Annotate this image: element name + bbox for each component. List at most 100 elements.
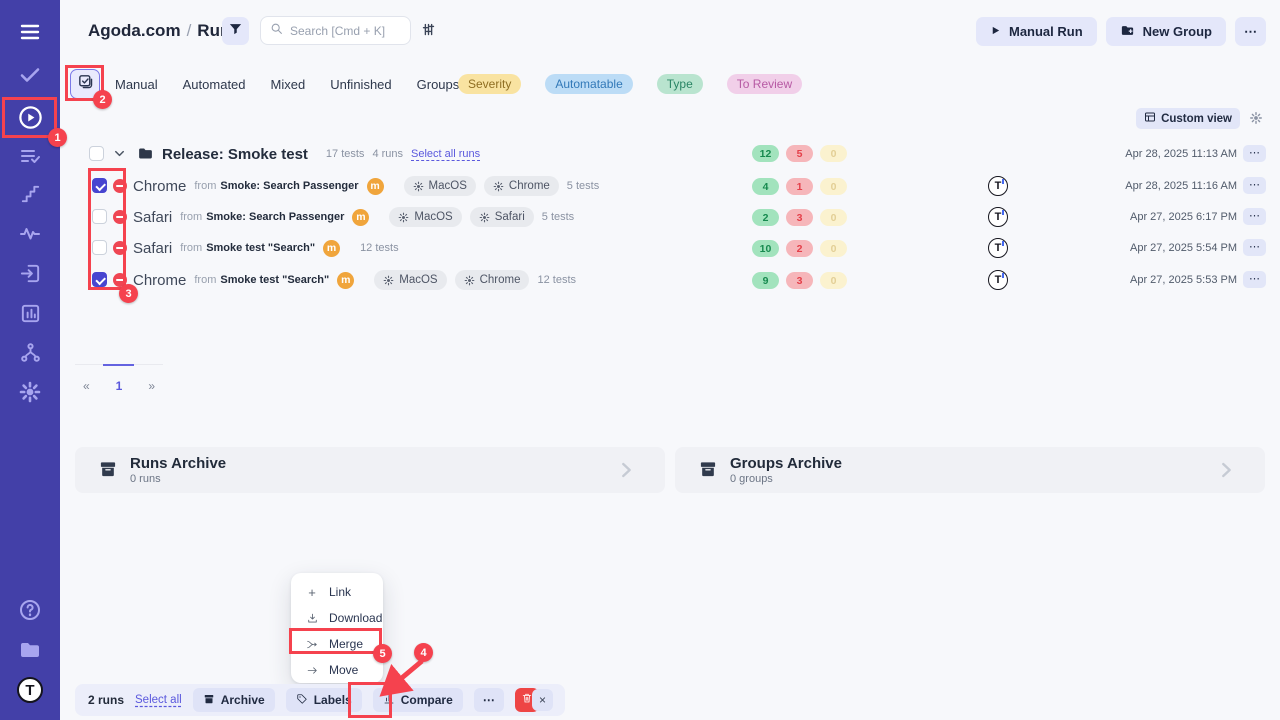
run-more-button[interactable]: ⋯ [1243, 239, 1266, 256]
avatar-letter: T [995, 274, 1002, 286]
breadcrumb-separator: / [181, 21, 198, 40]
page-current[interactable]: 1 [116, 379, 123, 393]
chevron-right-icon [1215, 459, 1237, 486]
run-more-button[interactable]: ⋯ [1243, 271, 1266, 288]
filter-severity[interactable]: Severity [458, 74, 521, 94]
run-more-button[interactable]: ⋯ [1243, 177, 1266, 194]
blocked-count-pill: 0 [820, 240, 847, 257]
page-prev-button[interactable]: « [83, 379, 90, 393]
tab-manual[interactable]: Manual [115, 77, 158, 92]
tune-icon[interactable] [421, 22, 436, 42]
aborted-status-icon [113, 179, 127, 193]
filter-to-review[interactable]: To Review [727, 74, 802, 94]
browser-chip[interactable]: Chrome [484, 176, 559, 196]
new-group-label: New Group [1143, 24, 1212, 39]
filter-type[interactable]: Type [657, 74, 703, 94]
archive-button[interactable]: Archive [193, 688, 275, 712]
run-from-label: from [194, 180, 216, 192]
folder-icon [137, 145, 154, 162]
runs-icon[interactable] [0, 103, 60, 131]
menu-item-download[interactable]: Download [291, 605, 383, 631]
assignee-avatar[interactable]: T [988, 270, 1008, 290]
run-from-label: from [194, 274, 216, 286]
run-tests-count: 5 tests [567, 180, 599, 192]
passed-count-pill: 2 [752, 209, 779, 226]
failed-count-pill: 1 [786, 178, 813, 195]
run-checkbox[interactable] [92, 272, 107, 287]
env-chip[interactable]: MacOS [374, 270, 446, 290]
compare-button[interactable]: Compare [373, 688, 463, 712]
tab-unfinished[interactable]: Unfinished [330, 77, 391, 92]
select-all-link[interactable]: Select all [135, 694, 182, 706]
archive-box-icon [98, 459, 118, 484]
select-all-runs-link[interactable]: Select all runs [411, 148, 480, 160]
tab-automated[interactable]: Automated [183, 77, 246, 92]
run-checkbox[interactable] [92, 178, 107, 193]
run-checkbox[interactable] [92, 240, 107, 255]
page-next-button[interactable]: » [148, 379, 155, 393]
test-cases-icon[interactable] [0, 61, 60, 89]
menu-icon[interactable] [0, 18, 60, 46]
env-chip[interactable]: MacOS [389, 207, 461, 227]
close-selection-button[interactable]: × [532, 689, 553, 711]
search-box[interactable] [260, 16, 411, 45]
reports-icon[interactable] [0, 299, 60, 327]
header-more-button[interactable]: ⋯ [1235, 17, 1266, 46]
versions-icon[interactable] [0, 338, 60, 366]
help-icon[interactable] [0, 596, 60, 624]
header-actions: Manual Run New Group ⋯ [976, 17, 1266, 46]
view-settings-gear-icon[interactable] [1249, 111, 1263, 130]
run-more-button[interactable]: ⋯ [1243, 208, 1266, 225]
groups-archive-card[interactable]: Groups Archive 0 groups [675, 447, 1265, 493]
settings-icon[interactable] [0, 378, 60, 406]
workspace-avatar[interactable]: T [0, 676, 60, 704]
selected-count: 2 runs [88, 693, 124, 707]
search-input[interactable] [290, 24, 400, 38]
new-group-button[interactable]: New Group [1106, 17, 1226, 46]
run-name[interactable]: Chrome [133, 272, 186, 289]
assignee-avatar[interactable]: T [988, 176, 1008, 196]
assignee-avatar[interactable]: T [988, 207, 1008, 227]
menu-item-merge[interactable]: Merge [291, 631, 383, 657]
run-name[interactable]: Safari [133, 209, 172, 226]
archive-subtitle: 0 runs [130, 473, 161, 485]
run-date: Apr 28, 2025 11:16 AM [1097, 180, 1237, 192]
labels-button[interactable]: Labels [286, 688, 362, 712]
bulk-more-button[interactable]: ⋯ [474, 688, 504, 712]
plus-icon: + [305, 585, 319, 600]
manual-run-button[interactable]: Manual Run [976, 17, 1097, 46]
runs-archive-card[interactable]: Runs Archive 0 runs [75, 447, 665, 493]
breadcrumb-project[interactable]: Agoda.com [88, 21, 181, 40]
failed-count-pill: 5 [786, 145, 813, 162]
tab-groups[interactable]: Groups [417, 77, 460, 92]
browser-chip[interactable]: Safari [470, 207, 534, 227]
avatar-letter: T [995, 211, 1002, 223]
aborted-status-icon [113, 241, 127, 255]
group-date: Apr 28, 2025 11:13 AM [1097, 148, 1237, 160]
tab-mixed[interactable]: Mixed [271, 77, 306, 92]
chevron-down-icon[interactable] [112, 146, 127, 161]
group-result-pills: 12 5 0 [752, 145, 847, 162]
gear-icon [398, 212, 409, 223]
projects-folder-icon[interactable] [0, 636, 60, 664]
run-name[interactable]: Chrome [133, 178, 186, 195]
passed-count-pill: 10 [752, 240, 779, 257]
assignee-avatar[interactable]: T [988, 238, 1008, 258]
filter-button[interactable] [222, 17, 249, 45]
env-chip[interactable]: MacOS [404, 176, 476, 196]
group-name[interactable]: Release: Smoke test [162, 146, 308, 163]
run-name[interactable]: Safari [133, 240, 172, 257]
group-checkbox[interactable] [89, 146, 104, 161]
menu-item-link[interactable]: + Link [291, 579, 383, 605]
run-from-label: from [180, 211, 202, 223]
env-chip-label: MacOS [429, 180, 467, 192]
run-checkbox[interactable] [92, 209, 107, 224]
select-all-toggle-button[interactable] [70, 69, 100, 99]
group-more-button[interactable]: ⋯ [1243, 145, 1266, 162]
filter-automatable[interactable]: Automatable [545, 74, 632, 94]
bar-chart-icon [383, 693, 395, 708]
menu-item-move[interactable]: Move [291, 657, 383, 683]
custom-view-button[interactable]: Custom view [1136, 108, 1240, 129]
browser-chip[interactable]: Chrome [455, 270, 530, 290]
browser-chip-label: Safari [495, 211, 525, 223]
